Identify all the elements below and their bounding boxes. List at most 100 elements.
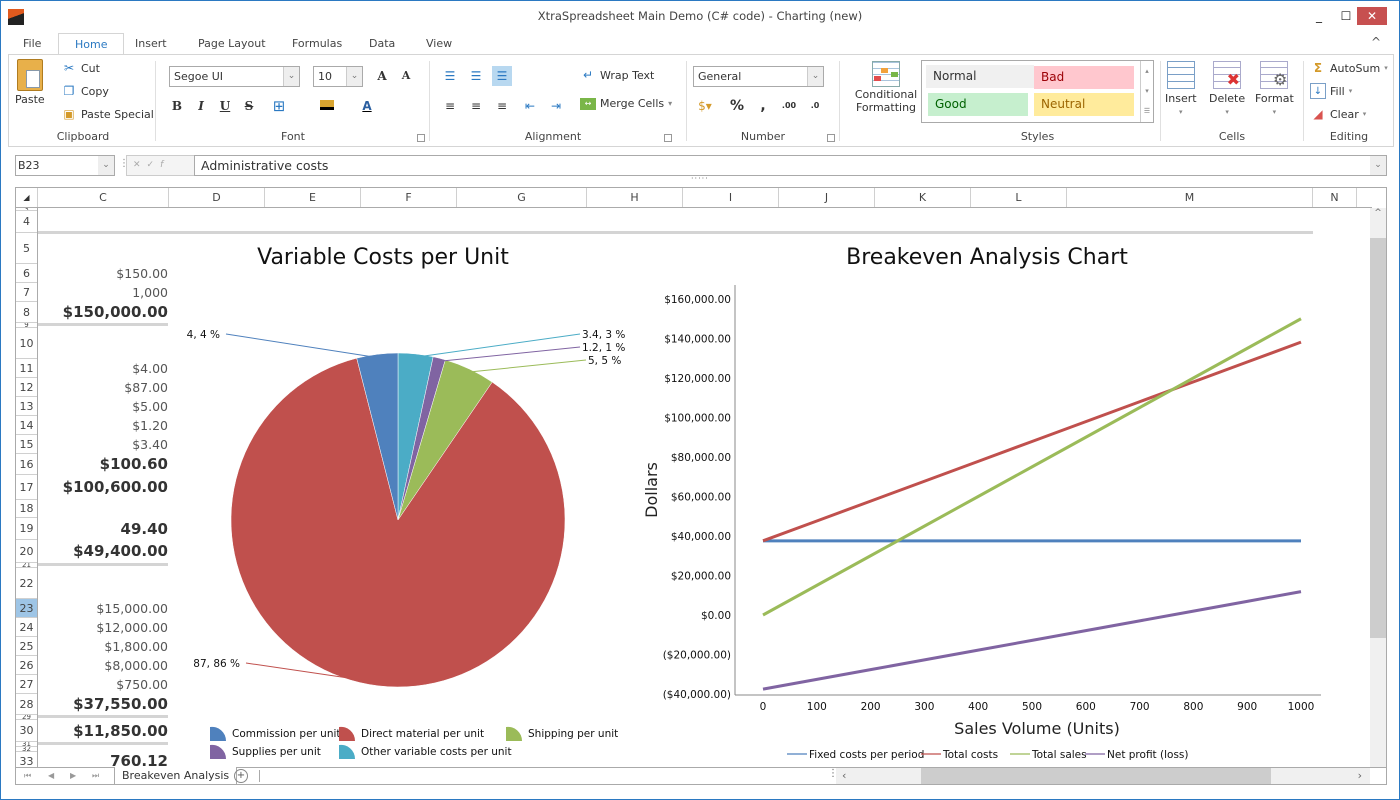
row-header-17[interactable]: 17 (16, 475, 37, 500)
increase-indent-button[interactable]: ⇥ (546, 96, 566, 116)
styles-gallery-scroll[interactable]: ▴ ▾ ☰ (1140, 61, 1153, 122)
row-header-15[interactable]: 15 (16, 435, 37, 454)
bold-button[interactable]: B (167, 96, 187, 116)
minimize-button[interactable]: _ (1306, 7, 1332, 25)
row-header-8[interactable]: 8 (16, 302, 37, 323)
column-header-l[interactable]: L (971, 188, 1067, 207)
cell-c14[interactable]: $1.20 (38, 416, 168, 435)
select-all-corner[interactable]: ◢ (16, 188, 38, 207)
copy-button[interactable]: ❐ Copy (61, 83, 109, 99)
cell-c12[interactable]: $87.00 (38, 378, 168, 397)
merge-cells-button[interactable]: ↔ Merge Cells ▾ (580, 97, 672, 110)
tab-page-layout[interactable]: Page Layout (188, 33, 276, 55)
row-header-16[interactable]: 16 (16, 454, 37, 475)
tab-data[interactable]: Data (359, 33, 405, 55)
row-header-10[interactable]: 10 (16, 328, 37, 359)
vertical-scroll-thumb[interactable] (1370, 238, 1386, 638)
font-dialog-launcher[interactable] (417, 134, 425, 142)
font-size-combo[interactable]: 10 ⌄ (313, 66, 363, 87)
number-format-combo[interactable]: General ⌄ (693, 66, 824, 87)
cell-c16[interactable]: $100.60 (38, 454, 168, 475)
last-sheet-icon[interactable]: ⏭ (92, 768, 99, 784)
font-name-combo[interactable]: Segoe UI ⌄ (169, 66, 300, 87)
clear-button[interactable]: ◢ Clear ▾ (1310, 106, 1366, 122)
format-cells-button[interactable]: ⚙ Format ▾ (1255, 61, 1294, 116)
comma-style-button[interactable]: , (753, 96, 773, 116)
align-right-button[interactable]: ≡ (492, 96, 512, 116)
cell-c7[interactable]: 1,000 (38, 283, 168, 302)
align-center-button[interactable]: ≡ (466, 96, 486, 116)
column-header-k[interactable]: K (875, 188, 971, 207)
expand-formula-icon[interactable]: ⌄ (1370, 156, 1386, 175)
column-header-e[interactable]: E (265, 188, 361, 207)
row-header-13[interactable]: 13 (16, 397, 37, 416)
cell-c8[interactable]: $150,000.00 (38, 302, 168, 323)
scroll-left-icon[interactable]: ‹ (842, 768, 846, 784)
row-header-11[interactable]: 11 (16, 359, 37, 378)
line-chart[interactable]: Breakeven Analysis Chart $160,000.00 $140,… (601, 228, 1321, 768)
row-header-27[interactable]: 27 (16, 675, 37, 694)
horizontal-scroll-thumb[interactable] (921, 768, 1271, 784)
percent-button[interactable]: % (727, 96, 747, 116)
sheet-tab-breakeven-analysis[interactable]: Breakeven Analysis (114, 767, 238, 784)
conditional-formatting-button[interactable]: Conditional Formatting (848, 61, 924, 114)
wrap-text-button[interactable]: ↵ Wrap Text (580, 67, 654, 83)
scroll-up-icon[interactable]: ^ (1370, 208, 1386, 218)
cell-c6[interactable]: $150.00 (38, 264, 168, 283)
strikethrough-button[interactable]: S (239, 96, 259, 116)
cell-c23[interactable]: $15,000.00 (38, 599, 168, 618)
row-header-14[interactable]: 14 (16, 416, 37, 435)
paste-special-button[interactable]: ▣ Paste Special (61, 106, 154, 122)
increase-decimal-button[interactable]: .00 (779, 96, 799, 116)
cell-c11[interactable]: $4.00 (38, 359, 168, 378)
tab-home[interactable]: Home (58, 33, 125, 56)
row-header-28[interactable]: 28 (16, 694, 37, 715)
row-header-20[interactable]: 20 (16, 540, 37, 563)
font-color-button[interactable]: A (357, 96, 377, 116)
cell-c15[interactable]: $3.40 (38, 435, 168, 454)
row-header-5[interactable]: 5 (16, 233, 37, 264)
tab-view[interactable]: View (416, 33, 462, 55)
align-middle-button[interactable]: ☰ (466, 66, 486, 86)
row-header-26[interactable]: 26 (16, 656, 37, 675)
row-header-23[interactable]: 23 (16, 599, 37, 618)
style-bad[interactable]: Bad (1034, 66, 1134, 89)
grow-font-button[interactable]: A (372, 66, 392, 86)
fx-icon[interactable]: f (160, 160, 169, 170)
cell-c30[interactable]: $11,850.00 (38, 720, 168, 742)
formula-input[interactable]: Administrative costs ⌄ (194, 155, 1387, 176)
row-header-24[interactable]: 24 (16, 618, 37, 637)
cell-c26[interactable]: $8,000.00 (38, 656, 168, 675)
collapse-ribbon-icon[interactable]: ^ (1371, 35, 1381, 49)
column-header-g[interactable]: G (457, 188, 587, 207)
cancel-icon[interactable]: ✕ (133, 160, 147, 170)
insert-cells-button[interactable]: Insert ▾ (1165, 61, 1197, 116)
alignment-dialog-launcher[interactable] (664, 134, 672, 142)
cell-c20[interactable]: $49,400.00 (38, 540, 168, 563)
prev-sheet-icon[interactable]: ◀ (48, 768, 54, 784)
cell-c19[interactable]: 49.40 (38, 518, 168, 540)
enter-icon[interactable]: ✓ (147, 160, 161, 170)
add-sheet-button[interactable]: + (234, 769, 248, 783)
fill-button[interactable]: ↓ Fill ▾ (1310, 83, 1352, 99)
italic-button[interactable]: I (191, 96, 211, 116)
underline-button[interactable]: U (215, 96, 235, 116)
cell-c17[interactable]: $100,600.00 (38, 475, 168, 500)
name-box[interactable]: B23 ⌄ (15, 155, 115, 176)
paste-button[interactable]: Paste (15, 59, 45, 106)
shrink-font-button[interactable]: A (396, 66, 416, 86)
column-header-i[interactable]: I (683, 188, 779, 207)
close-button[interactable]: ✕ (1357, 7, 1387, 25)
autosum-button[interactable]: Σ AutoSum ▾ (1310, 60, 1388, 76)
horizontal-scrollbar[interactable]: ‹ › (836, 768, 1370, 784)
row-header-25[interactable]: 25 (16, 637, 37, 656)
currency-format-button[interactable]: $▾ (691, 96, 719, 116)
row-header-22[interactable]: 22 (16, 568, 37, 599)
delete-cells-button[interactable]: ✖ Delete ▾ (1209, 61, 1245, 116)
column-header-n[interactable]: N (1313, 188, 1357, 207)
fill-color-button[interactable] (317, 96, 337, 116)
tab-file[interactable]: File (13, 33, 51, 55)
vertical-scrollbar[interactable]: ^ (1370, 208, 1386, 768)
align-top-button[interactable]: ☰ (440, 66, 460, 86)
next-sheet-icon[interactable]: ▶ (70, 768, 76, 784)
